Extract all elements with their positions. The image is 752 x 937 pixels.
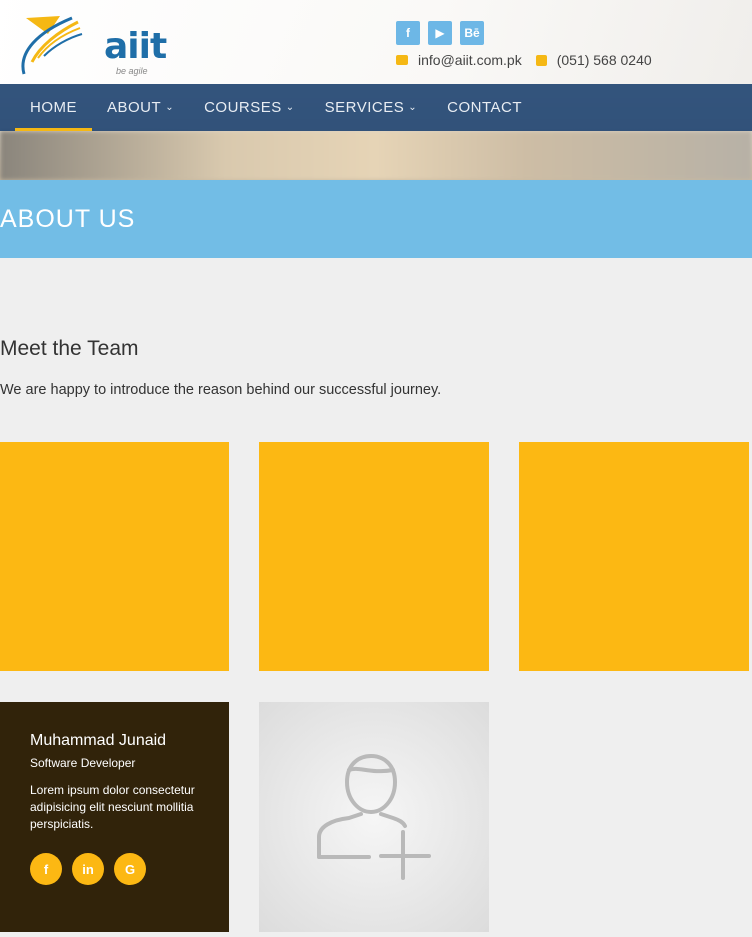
phone-number[interactable]: (051) 568 0240 [557,52,652,68]
add-user-icon [317,754,431,880]
team-member-profile: Muhammad Junaid Software Developer Lorem… [0,702,229,932]
team-card[interactable] [259,442,489,671]
google-icon[interactable]: G [114,853,146,885]
chevron-down-icon: ⌄ [408,102,418,113]
envelope-icon [396,55,408,65]
nav-item-courses[interactable]: COURSES ⌄ [189,84,310,131]
nav-label: HOME [30,99,77,116]
hero-background [0,131,752,180]
section-title: Meet the Team [0,337,139,360]
page-title: ABOUT US [0,205,136,233]
section-intro: We are happy to introduce the reason beh… [0,382,442,398]
email-link[interactable]: info@aiit.com.pk [418,52,522,68]
main-nav: HOME ABOUT ⌄ COURSES ⌄ SERVICES ⌄ CONTAC… [0,84,752,131]
logo-swoosh-icon [21,16,83,75]
behance-icon[interactable]: Bē [460,21,484,45]
contact-info: info@aiit.com.pk (051) 568 0240 [396,52,666,68]
facebook-icon[interactable]: f [30,853,62,885]
team-card[interactable] [0,442,229,671]
phone-icon [535,54,547,66]
nav-label: SERVICES [324,99,405,116]
member-bio: Lorem ipsum dolor consectetur adipisicin… [30,783,195,831]
page-banner: ABOUT US [0,180,752,258]
nav-label: CONTACT [447,99,523,116]
site-header: aiit be agile f ▶ Bē info@aiit.com.pk (0… [0,0,752,180]
youtube-icon[interactable]: ▶ [428,21,452,45]
chevron-down-icon: ⌄ [165,102,175,113]
nav-item-about[interactable]: ABOUT ⌄ [92,84,189,131]
header-social-links: f ▶ Bē [396,21,484,45]
linkedin-icon[interactable]: in [72,853,104,885]
nav-label: ABOUT [107,99,162,116]
facebook-icon[interactable]: f [396,21,420,45]
chevron-down-icon: ⌄ [285,102,295,113]
nav-item-contact[interactable]: CONTACT [432,84,537,131]
nav-label: COURSES [204,99,282,116]
logo-tagline: be agile [116,66,148,76]
member-name: Muhammad Junaid [30,732,167,749]
nav-item-services[interactable]: SERVICES ⌄ [310,84,432,131]
logo-text: aiit [104,26,167,67]
member-social-links: f in G [30,853,229,885]
site-logo[interactable]: aiit be agile [18,12,167,82]
member-role: Software Developer [30,756,136,770]
team-card[interactable] [519,442,749,671]
avatar-placeholder[interactable] [259,702,489,932]
nav-item-home[interactable]: HOME [15,84,92,131]
